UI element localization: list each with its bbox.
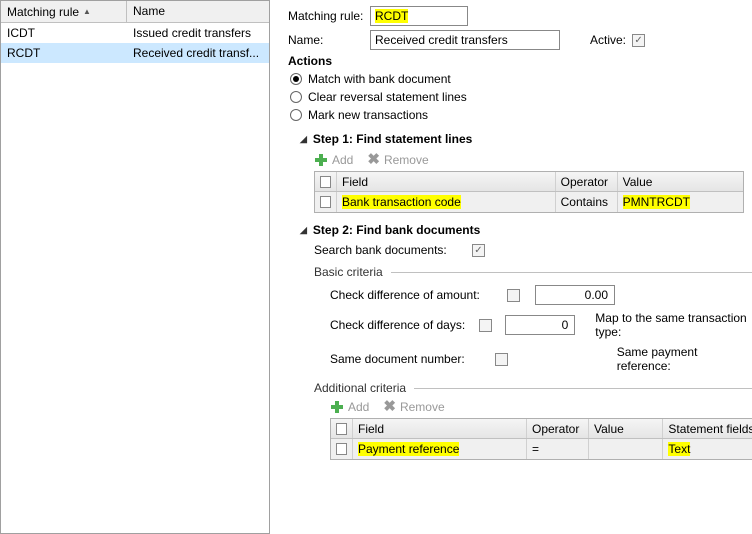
amount-diff-input[interactable]: 0.00	[535, 285, 615, 305]
same-payment-ref-label: Same payment reference:	[617, 345, 746, 373]
remove-label: Remove	[400, 400, 445, 414]
search-bank-documents-checkbox[interactable]: ✓	[472, 244, 485, 257]
rule-name: Received credit transf...	[127, 46, 269, 60]
step1-header[interactable]: ◢ Step 1: Find statement lines	[300, 132, 752, 146]
row-checkbox[interactable]	[315, 192, 337, 212]
select-all-checkbox[interactable]	[315, 172, 337, 191]
name-input[interactable]: Received credit transfers	[370, 30, 560, 50]
step1-table: Field Operator Value Bank transaction co…	[314, 171, 744, 213]
days-diff-value: 0	[562, 318, 569, 332]
rule-name: Issued credit transfers	[127, 26, 269, 40]
table-row[interactable]: Bank transaction code Contains PMNTRCDT	[315, 192, 743, 212]
matching-rule-label: Matching rule:	[288, 9, 370, 23]
map-same-type-label: Map to the same transaction type:	[595, 311, 748, 339]
header-field[interactable]: Field	[353, 419, 527, 438]
step1-block: ◢ Step 1: Find statement lines Add ✖ Rem…	[288, 132, 752, 213]
rules-list-header: Matching rule ▲ Name	[1, 1, 269, 23]
header-name-label: Name	[133, 4, 165, 18]
amount-diff-checkbox[interactable]	[507, 289, 520, 302]
header-value[interactable]: Value	[618, 172, 743, 191]
add-label: Add	[348, 400, 369, 414]
active-checkbox[interactable]: ✓	[632, 34, 645, 47]
radio-clear-reversal[interactable]: Clear reversal statement lines	[288, 90, 752, 104]
add-label: Add	[332, 153, 353, 167]
collapse-icon: ◢	[300, 134, 307, 145]
value-value: PMNTRCDT	[623, 195, 690, 209]
header-value[interactable]: Value	[589, 419, 663, 438]
radio-icon	[290, 109, 302, 121]
header-matching-rule[interactable]: Matching rule ▲	[1, 1, 127, 22]
radio-label: Match with bank document	[308, 72, 451, 86]
radio-icon	[290, 73, 302, 85]
row-checkbox[interactable]	[331, 439, 353, 459]
remove-button[interactable]: ✖ Remove	[383, 399, 444, 414]
value-value	[589, 439, 663, 459]
plus-icon	[330, 400, 344, 414]
amount-diff-label: Check difference of amount:	[330, 288, 495, 302]
field-value: Payment reference	[358, 442, 459, 456]
rule-code: ICDT	[1, 26, 127, 40]
field-value: Bank transaction code	[342, 195, 461, 209]
remove-button[interactable]: ✖ Remove	[367, 152, 428, 167]
plus-icon	[314, 153, 328, 167]
collapse-icon: ◢	[300, 225, 307, 236]
days-diff-checkbox[interactable]	[479, 319, 492, 332]
stmt-field-value: Text	[668, 442, 690, 456]
add-button[interactable]: Add	[330, 400, 369, 414]
header-operator[interactable]: Operator	[527, 419, 589, 438]
step2-table: Field Operator Value Statement fields Pa…	[330, 418, 752, 460]
divider	[391, 272, 752, 273]
rules-list-row[interactable]: ICDT Issued credit transfers	[1, 23, 269, 43]
name-label: Name:	[288, 33, 370, 47]
name-value: Received credit transfers	[375, 33, 508, 47]
rules-list: Matching rule ▲ Name ICDT Issued credit …	[0, 0, 270, 534]
header-statement-fields[interactable]: Statement fields	[663, 419, 752, 438]
x-icon: ✖	[367, 152, 380, 167]
step2-header[interactable]: ◢ Step 2: Find bank documents	[300, 223, 752, 237]
operator-value: =	[527, 439, 589, 459]
active-label: Active:	[590, 33, 626, 47]
matching-rule-input[interactable]: RCDT	[370, 6, 468, 26]
header-name[interactable]: Name	[127, 1, 269, 22]
sort-ascending-icon: ▲	[83, 7, 91, 16]
same-doc-number-label: Same document number:	[330, 352, 484, 366]
additional-criteria-title: Additional criteria	[314, 381, 406, 395]
header-matching-rule-label: Matching rule	[7, 5, 79, 19]
x-icon: ✖	[383, 399, 396, 414]
rule-code: RCDT	[1, 46, 127, 60]
header-operator[interactable]: Operator	[556, 172, 618, 191]
same-doc-number-checkbox[interactable]	[495, 353, 508, 366]
radio-icon	[290, 91, 302, 103]
select-all-checkbox[interactable]	[331, 419, 353, 438]
remove-label: Remove	[384, 153, 429, 167]
step2-title: Step 2: Find bank documents	[313, 223, 480, 237]
detail-pane: Matching rule: RCDT Name: Received credi…	[270, 0, 752, 534]
matching-rule-value: RCDT	[375, 9, 408, 23]
radio-mark-new-transactions[interactable]: Mark new transactions	[288, 108, 752, 122]
operator-value: Contains	[556, 192, 618, 212]
divider	[414, 388, 752, 389]
days-diff-label: Check difference of days:	[330, 318, 470, 332]
basic-criteria-title: Basic criteria	[314, 265, 383, 279]
days-diff-input[interactable]: 0	[505, 315, 575, 335]
step2-block: ◢ Step 2: Find bank documents Search ban…	[288, 223, 752, 460]
rules-list-row[interactable]: RCDT Received credit transf...	[1, 43, 269, 63]
step1-title: Step 1: Find statement lines	[313, 132, 472, 146]
radio-label: Mark new transactions	[308, 108, 428, 122]
search-bank-documents-label: Search bank documents:	[314, 243, 466, 257]
add-button[interactable]: Add	[314, 153, 353, 167]
actions-title: Actions	[288, 54, 752, 68]
radio-label: Clear reversal statement lines	[308, 90, 467, 104]
radio-match-bank-document[interactable]: Match with bank document	[288, 72, 752, 86]
table-row[interactable]: Payment reference = Text	[331, 439, 752, 459]
amount-diff-value: 0.00	[585, 288, 608, 302]
header-field[interactable]: Field	[337, 172, 556, 191]
